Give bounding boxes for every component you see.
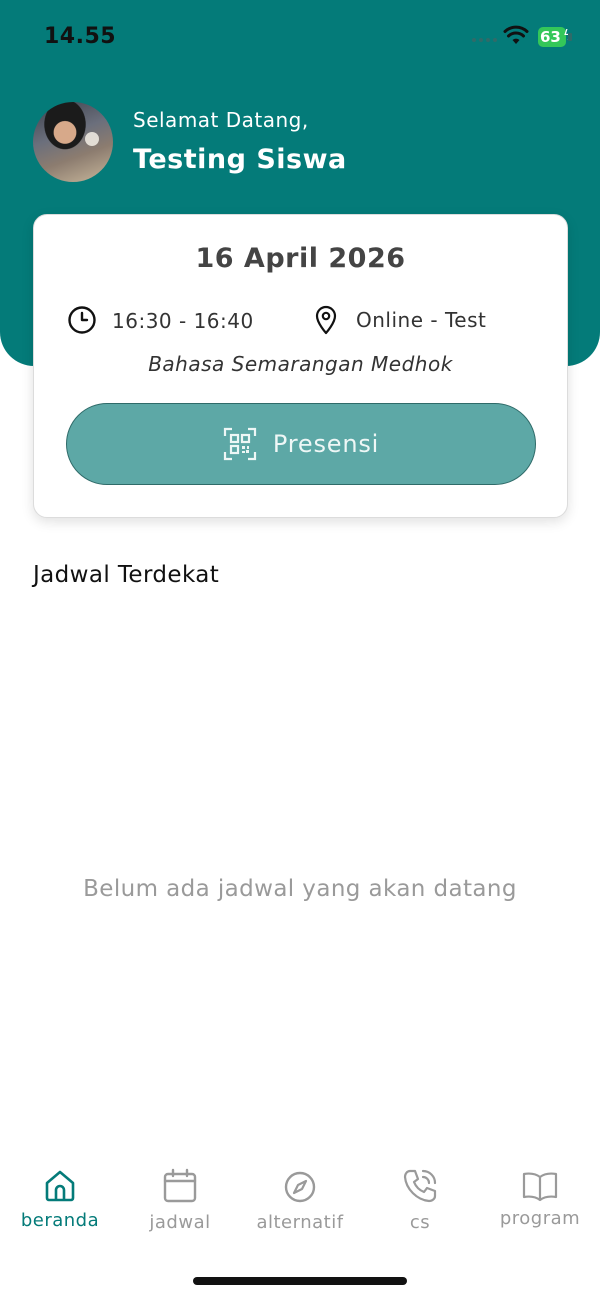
nav-label-cs: cs xyxy=(409,1212,431,1233)
schedule-date: 16 April 2026 xyxy=(195,243,406,274)
schedule-card: 16 April 2026 16:30 - 16:40 Online - Tes… xyxy=(33,214,568,518)
avatar[interactable] xyxy=(33,102,113,182)
schedule-location: Online - Test xyxy=(356,308,487,332)
schedule-subject: Bahasa Semarangan Medhok xyxy=(148,352,453,376)
presensi-button-label: Presensi xyxy=(272,430,380,458)
nav-item-cs[interactable]: cs xyxy=(360,1160,480,1240)
status-time: 14.55 xyxy=(44,24,117,49)
nav-label-program: program xyxy=(499,1208,581,1229)
home-indicator[interactable] xyxy=(193,1277,407,1285)
cellular-signal-icon xyxy=(472,38,497,42)
empty-schedule-message: Belum ada jadwal yang akan datang xyxy=(83,876,517,902)
battery-level: 63 xyxy=(540,28,561,46)
battery-icon: 63 ϟ xyxy=(538,27,576,47)
presensi-button[interactable]: Presensi xyxy=(66,403,536,485)
wifi-icon xyxy=(503,25,529,44)
bottom-nav: beranda jadwal alternatif cs program xyxy=(0,1160,600,1240)
nav-item-jadwal[interactable]: jadwal xyxy=(120,1160,240,1240)
home-icon xyxy=(45,1170,75,1202)
calendar-icon xyxy=(163,1168,197,1203)
welcome-text: Selamat Datang, xyxy=(133,108,309,132)
compass-icon xyxy=(284,1171,316,1203)
status-bar: 14.55 63 ϟ xyxy=(0,0,600,70)
clock-icon xyxy=(68,306,96,334)
location-pin-icon xyxy=(315,305,337,335)
nav-item-beranda[interactable]: beranda xyxy=(0,1160,120,1240)
nav-label-jadwal: jadwal xyxy=(149,1212,211,1233)
section-title: Jadwal Terdekat xyxy=(33,562,220,588)
schedule-time: 16:30 - 16:40 xyxy=(112,309,254,333)
nav-item-alternatif[interactable]: alternatif xyxy=(240,1160,360,1240)
user-name: Testing Siswa xyxy=(133,144,347,175)
qr-code-icon xyxy=(223,427,256,461)
nav-label-beranda: beranda xyxy=(20,1210,100,1231)
book-icon xyxy=(522,1172,558,1202)
nav-label-alternatif: alternatif xyxy=(256,1212,344,1233)
phone-icon xyxy=(403,1169,437,1203)
nav-item-program[interactable]: program xyxy=(480,1160,600,1240)
